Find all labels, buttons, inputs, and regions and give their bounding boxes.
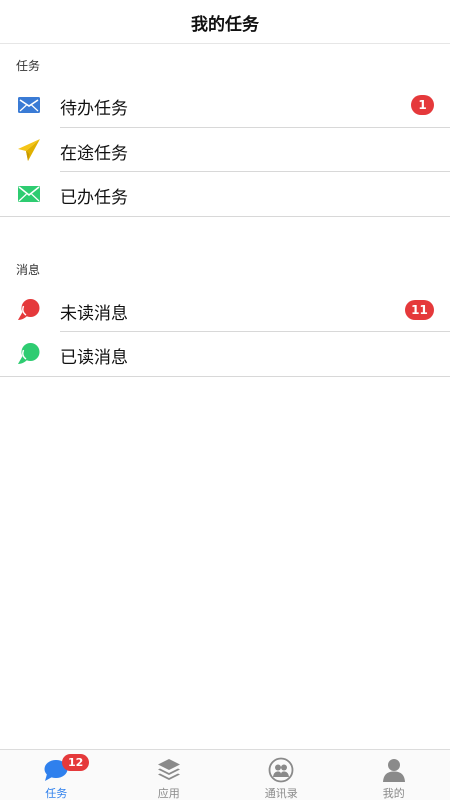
section-divider [0, 376, 450, 377]
tab-badge: 12 [62, 754, 89, 771]
contacts-icon [268, 757, 294, 783]
envelope-open-icon [17, 93, 41, 117]
paper-plane-icon [17, 138, 41, 162]
tab-contacts[interactable]: 通讯录 [225, 750, 338, 801]
layers-icon [156, 757, 182, 783]
tab-tasks[interactable]: 12 任务 [0, 750, 113, 801]
nav-bar: 我的任务 [0, 0, 450, 44]
page-title: 我的任务 [0, 10, 450, 35]
list-item-unread-messages[interactable]: 未读消息 11 [0, 288, 450, 332]
unread-count-badge: 1 [411, 95, 434, 115]
tab-me[interactable]: 我的 [338, 750, 450, 801]
list-item-done-tasks[interactable]: 已办任务 [0, 172, 450, 216]
envelope-icon [17, 182, 41, 206]
tab-label: 我的 [338, 785, 450, 801]
list-item-read-messages[interactable]: 已读消息 [0, 332, 450, 376]
list-item-label: 已办任务 [60, 183, 128, 208]
list-item-in-transit-tasks[interactable]: 在途任务 [0, 128, 450, 172]
tab-label: 通讯录 [225, 785, 338, 801]
list-item-label: 在途任务 [60, 139, 128, 164]
tab-label: 应用 [113, 785, 226, 801]
section-header-messages: 消息 [16, 261, 40, 278]
chat-bubble-red-icon [17, 298, 41, 322]
list-item-pending-tasks[interactable]: 待办任务 1 [0, 83, 450, 127]
section-header-tasks: 任务 [16, 57, 40, 74]
list-item-label: 未读消息 [60, 299, 128, 324]
chat-bubble-green-icon [17, 342, 41, 366]
list-item-label: 待办任务 [60, 94, 128, 119]
tab-label: 任务 [0, 785, 113, 801]
tab-apps[interactable]: 应用 [113, 750, 226, 801]
list-item-label: 已读消息 [60, 343, 128, 368]
person-icon [381, 757, 407, 783]
unread-count-badge: 11 [405, 300, 434, 320]
section-divider [0, 216, 450, 217]
tab-bar: 12 任务 应用 通讯录 [0, 749, 450, 800]
